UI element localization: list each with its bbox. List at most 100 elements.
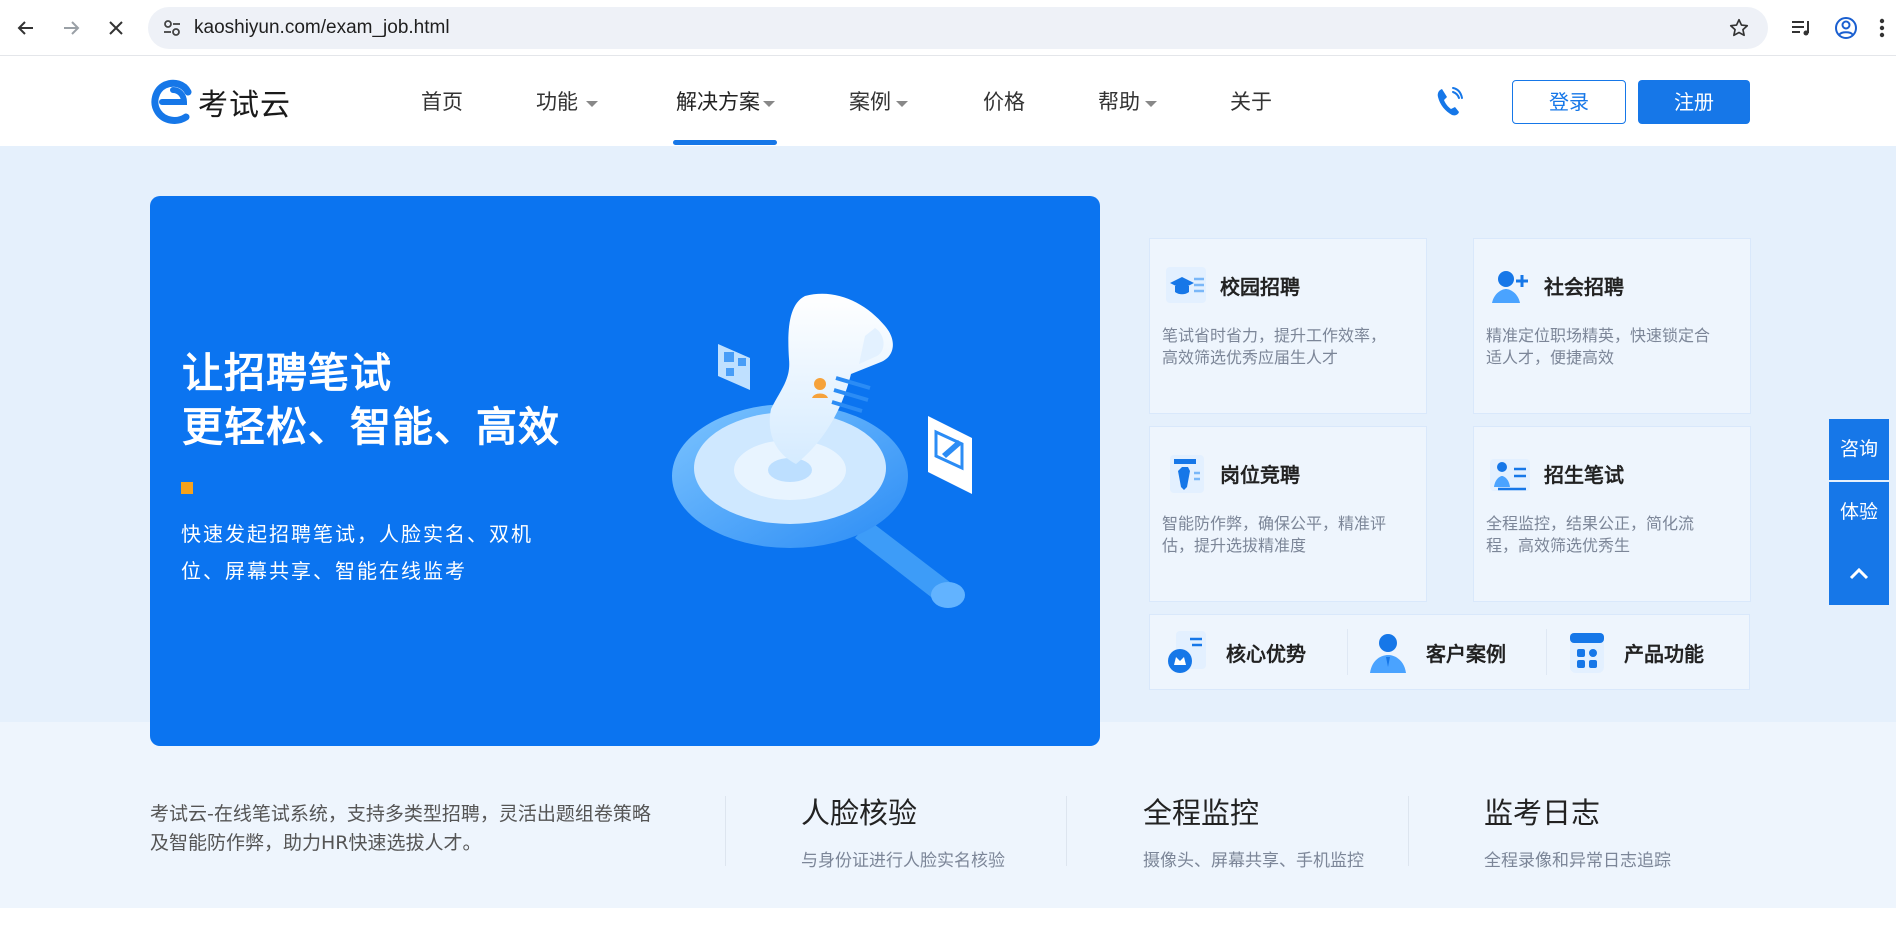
bookmark-star-icon[interactable] (1728, 17, 1750, 39)
highlight-face-verify: 人脸核验 与身份证进行人脸实名核验 (801, 790, 1005, 871)
hero-banner: 让招聘笔试 更轻松、智能、高效 快速发起招聘笔试，人脸实名、双机 位、屏幕共享、… (150, 196, 1100, 746)
feature-title: 社会招聘 (1544, 275, 1624, 299)
feature-desc-line: 估，提升选拔精准度 (1162, 536, 1307, 555)
address-bar[interactable]: kaoshiyun.com/exam_job.html (148, 7, 1768, 49)
chevron-down-icon (763, 101, 775, 107)
feature-desc-line: 高效筛选优秀应届生人才 (1162, 348, 1339, 367)
hero-title: 让招聘笔试 更轻松、智能、高效 (182, 346, 560, 454)
chevron-down-icon (1145, 101, 1157, 107)
hero-desc-line: 快速发起招聘笔试，人脸实名、双机 (181, 522, 533, 546)
feature-desc-line: 适人才，便捷高效 (1486, 348, 1615, 367)
hero-desc-line: 位、屏幕共享、智能在线监考 (181, 559, 467, 583)
hero-title-line: 让招聘笔试 (182, 349, 392, 397)
tie-icon (1170, 455, 1204, 493)
intro-line: 考试云-在线笔试系统，支持多类型招聘，灵活出题组卷策略 (150, 803, 651, 825)
feature-desc-line: 笔试省时省力，提升工作效率， (1162, 326, 1387, 345)
forward-button[interactable] (55, 12, 87, 44)
hero-description: 快速发起招聘笔试，人脸实名、双机 位、屏幕共享、智能在线监考 (181, 516, 561, 590)
feature-desc-line: 智能防作弊，确保公平，精准评 (1162, 514, 1387, 533)
highlight-desc: 与身份证进行人脸实名核验 (801, 851, 1005, 871)
grid-app-icon (1570, 633, 1604, 673)
back-button[interactable] (10, 12, 42, 44)
student-icon (1490, 459, 1530, 491)
chevron-down-icon (586, 101, 598, 107)
highlight-title: 监考日志 (1484, 796, 1601, 830)
quick-link-label: 核心优势 (1226, 641, 1306, 666)
nav-features[interactable]: 功能 (536, 57, 598, 146)
logo-text: 考试云 (198, 88, 291, 123)
nav-label: 关于 (1230, 90, 1272, 114)
nav-label: 解决方案 (676, 90, 760, 114)
nav-pricing[interactable]: 价格 (983, 57, 1025, 146)
profile-icon[interactable] (1832, 14, 1860, 42)
hero-title-line: 更轻松、智能、高效 (182, 403, 560, 451)
highlight-title: 人脸核验 (801, 796, 918, 830)
nav-help[interactable]: 帮助 (1098, 57, 1157, 146)
person-icon (1370, 634, 1406, 673)
site-header: 考试云 首页 功能 解决方案 案例 价格 帮助 关于 登录 注册 (0, 57, 1896, 146)
divider (1066, 796, 1067, 866)
nav-label: 帮助 (1098, 90, 1140, 114)
divider (725, 796, 726, 866)
highlight-title: 全程监控 (1143, 796, 1260, 830)
highlight-monitoring: 全程监控 摄像头、屏幕共享、手机监控 (1143, 790, 1364, 871)
quick-link-cases[interactable]: 客户案例 (1366, 615, 1506, 689)
feature-card-campus[interactable]: 校园招聘 笔试省时省力，提升工作效率， 高效筛选优秀应届生人才 (1149, 238, 1427, 414)
accent-square (181, 482, 193, 494)
feature-description: 智能防作弊，确保公平，精准评 估，提升选拔精准度 (1162, 513, 1412, 557)
url-text: kaoshiyun.com/exam_job.html (194, 17, 450, 38)
arrow-left-icon (17, 21, 33, 35)
media-control-icon[interactable] (1788, 14, 1816, 42)
nav-active-indicator (673, 140, 777, 145)
feature-title: 校园招聘 (1220, 275, 1300, 299)
phone-icon[interactable] (1434, 86, 1464, 118)
divider (1546, 629, 1547, 675)
feature-description: 精准定位职场精英，快速锁定合 适人才，便捷高效 (1486, 325, 1736, 369)
kebab-menu-icon[interactable] (1872, 14, 1892, 42)
stop-loading-button[interactable] (100, 12, 132, 44)
quick-links-bar: 核心优势 客户案例 产品功能 (1149, 614, 1750, 690)
intro-text: 考试云-在线笔试系统，支持多类型招聘，灵活出题组卷策略 及智能防作弊，助力HR快… (150, 800, 690, 858)
arrow-right-icon (64, 21, 80, 35)
quick-link-product[interactable]: 产品功能 (1564, 615, 1704, 689)
nav-cases[interactable]: 案例 (849, 57, 908, 146)
login-button[interactable]: 登录 (1512, 80, 1626, 124)
nav-about[interactable]: 关于 (1230, 57, 1272, 146)
intro-line: 及智能防作弊，助力HR快速选拔人才。 (150, 832, 482, 854)
site-settings-icon[interactable] (162, 18, 182, 38)
browser-toolbar: kaoshiyun.com/exam_job.html (0, 0, 1896, 56)
feature-desc-line: 程，高效筛选优秀生 (1486, 536, 1631, 555)
consult-float-button[interactable]: 咨询 (1829, 419, 1889, 480)
add-person-icon (1492, 271, 1528, 303)
nav-label: 功能 (536, 90, 578, 114)
graduate-icon (1166, 267, 1206, 303)
nav-label: 价格 (983, 90, 1025, 114)
divider (1408, 796, 1409, 866)
register-button[interactable]: 注册 (1638, 80, 1750, 124)
site-logo[interactable]: 考试云 (150, 77, 291, 127)
nav-home[interactable]: 首页 (421, 57, 463, 146)
chevron-up-icon (1849, 567, 1869, 580)
feature-description: 全程监控，结果公正，简化流 程，高效筛选优秀生 (1486, 513, 1736, 557)
logo-e-icon (151, 79, 192, 124)
feature-card-position[interactable]: 岗位竞聘 智能防作弊，确保公平，精准评 估，提升选拔精准度 (1149, 426, 1427, 602)
magnifier-resume-illustration (672, 293, 972, 608)
highlight-desc: 全程录像和异常日志追踪 (1484, 851, 1671, 871)
back-to-top-button[interactable] (1829, 543, 1889, 605)
feature-desc-line: 精准定位职场精英，快速锁定合 (1486, 326, 1711, 345)
close-icon (109, 21, 123, 35)
nav-label: 案例 (849, 90, 891, 114)
quick-link-label: 产品功能 (1624, 641, 1704, 666)
trial-float-button[interactable]: 体验 (1829, 482, 1889, 543)
highlight-proctor-log: 监考日志 全程录像和异常日志追踪 (1484, 790, 1671, 871)
quick-link-advantages[interactable]: 核心优势 (1166, 615, 1306, 689)
feature-title: 招生笔试 (1544, 463, 1624, 487)
chevron-down-icon (896, 101, 908, 107)
nav-solutions[interactable]: 解决方案 (676, 57, 775, 146)
nav-label: 首页 (421, 90, 463, 114)
divider (1347, 629, 1348, 675)
quick-link-label: 客户案例 (1426, 641, 1506, 666)
feature-title: 岗位竞聘 (1220, 463, 1300, 487)
feature-card-admission[interactable]: 招生笔试 全程监控，结果公正，简化流 程，高效筛选优秀生 (1473, 426, 1751, 602)
feature-card-social[interactable]: 社会招聘 精准定位职场精英，快速锁定合 适人才，便捷高效 (1473, 238, 1751, 414)
